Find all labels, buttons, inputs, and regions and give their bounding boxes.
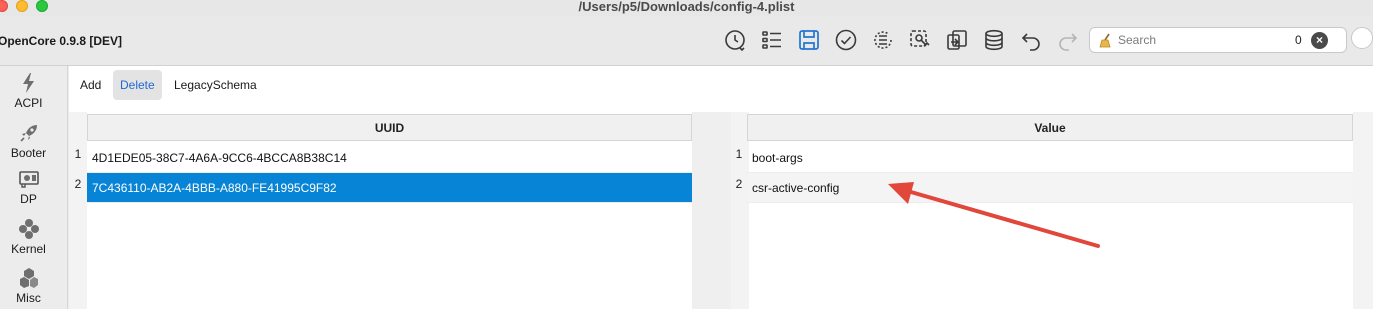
lightning-icon (22, 73, 34, 93)
clock-icon[interactable] (721, 26, 749, 54)
search-options-button[interactable] (1351, 27, 1373, 49)
check-icon[interactable] (832, 26, 860, 54)
toolbar: OpenCore 0.9.8 [DEV] 0 × (0, 16, 1373, 66)
clear-search-icon[interactable]: × (1311, 32, 1328, 49)
kernel-icon (18, 219, 39, 239)
sidebar-item-booter[interactable]: Booter (0, 122, 57, 160)
search-config-icon[interactable] (906, 26, 934, 54)
sidebar-item-label: ACPI (14, 96, 43, 110)
sidebar-item-kernel[interactable]: Kernel (0, 218, 57, 256)
sidebar-item-label: Misc (16, 291, 41, 305)
broom-icon (1099, 33, 1111, 48)
delete-button[interactable]: Delete (113, 70, 162, 100)
sidebar-item-acpi[interactable]: ACPI (0, 72, 57, 110)
uuid-cell[interactable]: 4D1EDE05-38C7-4A6A-9CC6-4BCCA8B38C14 (87, 143, 692, 173)
search-field[interactable]: 0 × (1089, 27, 1347, 53)
sidebar-item-label: Booter (10, 146, 47, 160)
legacy-schema-button[interactable]: LegacySchema (167, 70, 264, 100)
row-number-gutter (69, 112, 87, 309)
uuid-table: UUID 1 4D1EDE05-38C7-4A6A-9CC6-4BCCA8B38… (69, 112, 692, 309)
list-icon[interactable] (758, 26, 786, 54)
sidebar-item-misc[interactable]: Misc (0, 267, 57, 305)
row-number-gutter (731, 112, 749, 309)
database-icon[interactable] (980, 26, 1008, 54)
row-number: 1 (74, 147, 82, 161)
sidebar: ACPI Booter DP Kernel Misc (0, 66, 68, 309)
row-number: 2 (735, 177, 743, 191)
value-column-header[interactable]: Value (747, 114, 1353, 141)
window-title: /Users/p5/Downloads/config-4.plist (578, 0, 795, 14)
uuid-column-header[interactable]: UUID (87, 114, 692, 141)
sidebar-item-label: DP (20, 192, 37, 206)
graphics-card-icon (18, 171, 39, 188)
uuid-cell-selected[interactable]: 7C436110-AB2A-4BBB-A880-FE41995C9F82 (87, 173, 692, 203)
value-cell[interactable]: boot-args (747, 143, 1353, 173)
sidebar-item-dp[interactable]: DP (0, 168, 57, 206)
cubes-icon (19, 268, 38, 288)
export-icon[interactable] (943, 26, 971, 54)
app-title: OpenCore 0.9.8 [DEV] (0, 34, 123, 48)
save-icon[interactable] (795, 26, 823, 54)
title-bar: /Users/p5/Downloads/config-4.plist (0, 0, 1373, 16)
list-check-icon[interactable] (869, 26, 897, 54)
action-bar: Add Delete LegacySchema (69, 66, 1373, 112)
undo-icon[interactable] (1017, 26, 1045, 54)
annotation-arrow (888, 182, 1100, 248)
add-button[interactable]: Add (73, 70, 108, 100)
right-margin (1353, 112, 1373, 309)
redo-icon[interactable] (1054, 26, 1082, 54)
search-input[interactable] (1118, 31, 1318, 49)
main-content: Add Delete LegacySchema UUID 1 4D1EDE05-… (69, 66, 1373, 309)
row-number: 1 (735, 147, 743, 161)
search-match-count: 0 (1295, 33, 1302, 47)
row-number: 2 (74, 177, 82, 191)
rocket-icon (19, 125, 37, 142)
sidebar-item-label: Kernel (11, 242, 46, 256)
